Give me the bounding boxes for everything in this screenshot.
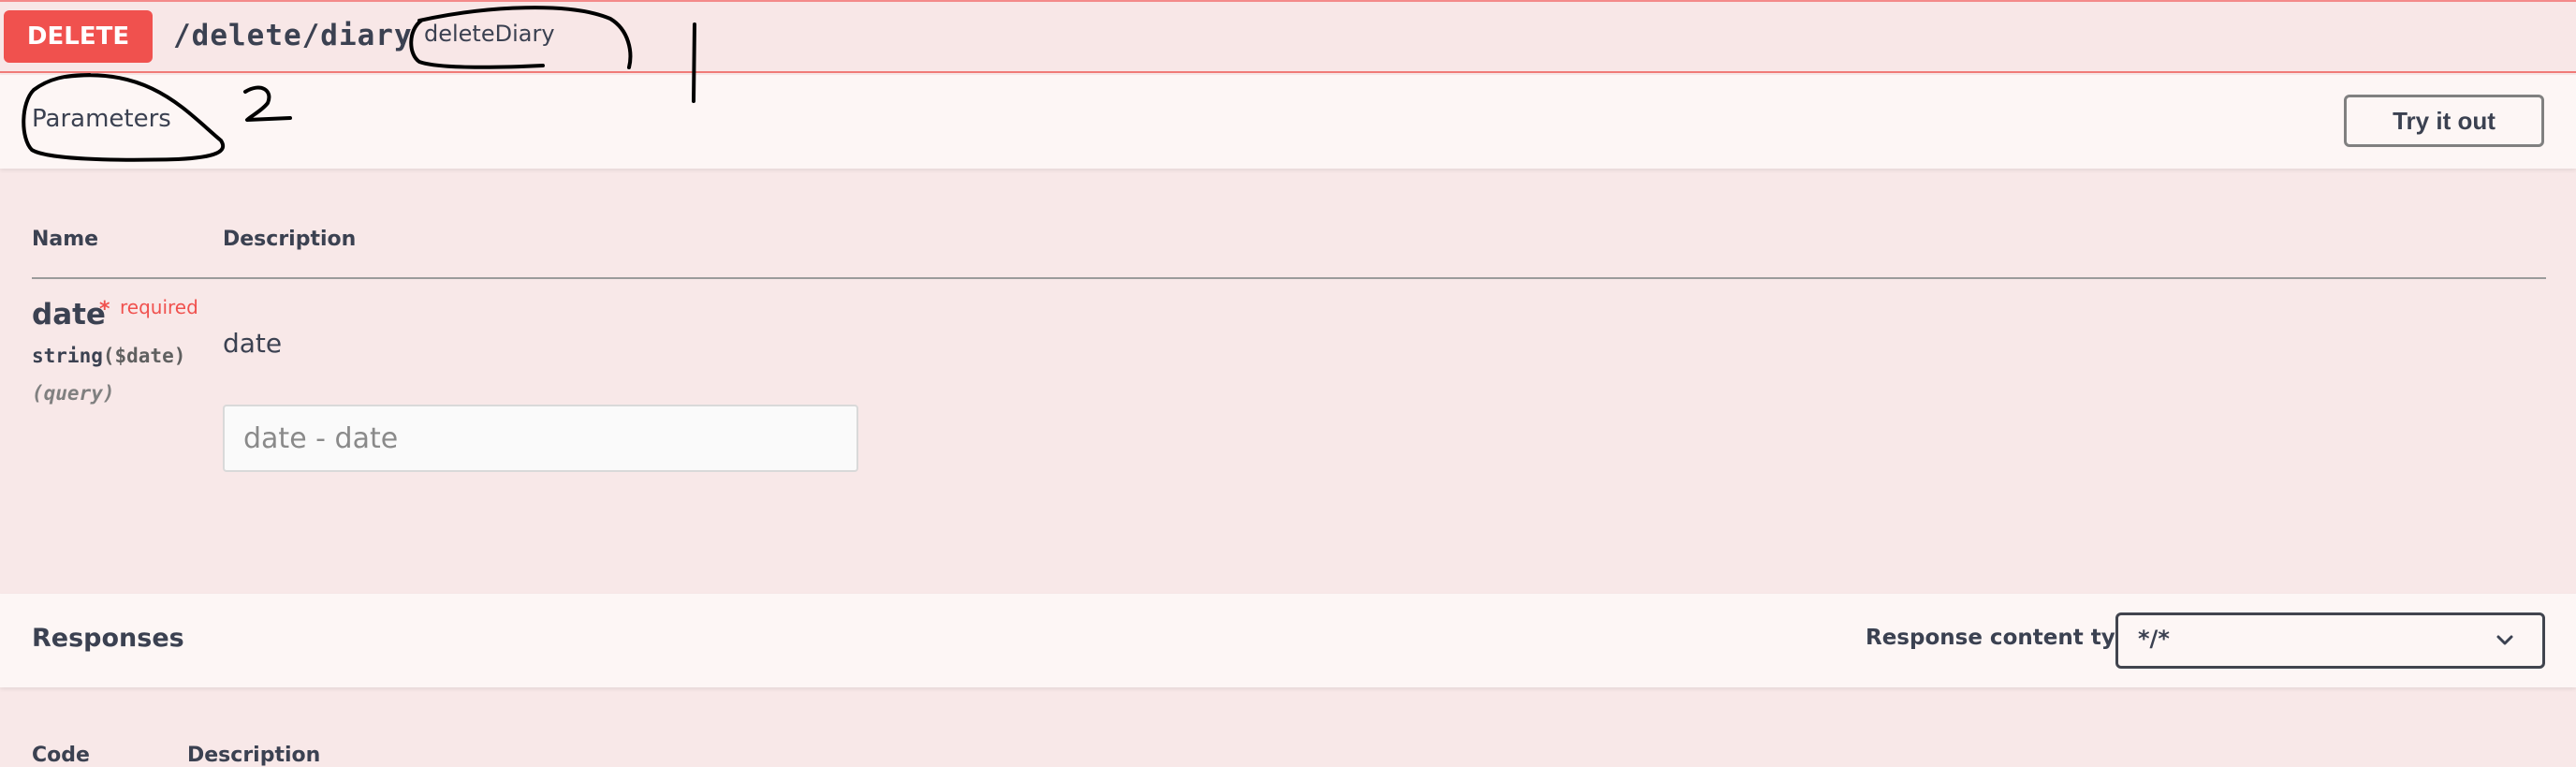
- parameters-section-header: [0, 75, 2576, 169]
- column-header-name: Name: [32, 228, 99, 251]
- parameter-location: (query): [32, 382, 115, 405]
- operation-path[interactable]: /delete/diary: [173, 19, 413, 52]
- parameters-title: Parameters: [32, 105, 171, 133]
- response-content-type-select[interactable]: [2115, 612, 2545, 669]
- response-content-type-value: */*: [2138, 626, 2170, 652]
- column-header-response-description: Description: [187, 744, 321, 767]
- table-divider: [32, 277, 2546, 279]
- parameter-description: date: [223, 328, 283, 359]
- responses-title: Responses: [32, 624, 184, 653]
- column-header-description: Description: [223, 228, 357, 251]
- method-badge-delete[interactable]: DELETE: [4, 10, 153, 63]
- parameter-format: ($date): [102, 345, 186, 367]
- parameter-type-name: string: [32, 345, 103, 367]
- required-label: required: [120, 296, 198, 318]
- operation-summary: deleteDiary: [424, 21, 555, 47]
- column-header-code: Code: [32, 744, 90, 767]
- response-content-type-label: Response content type: [1866, 626, 2145, 650]
- date-input[interactable]: [223, 405, 858, 472]
- try-it-out-button[interactable]: Try it out: [2344, 95, 2544, 147]
- parameter-name: date: [32, 298, 106, 332]
- required-star: *: [99, 298, 110, 321]
- parameter-type: string($date): [32, 345, 185, 367]
- chevron-down-icon: [2496, 635, 2513, 645]
